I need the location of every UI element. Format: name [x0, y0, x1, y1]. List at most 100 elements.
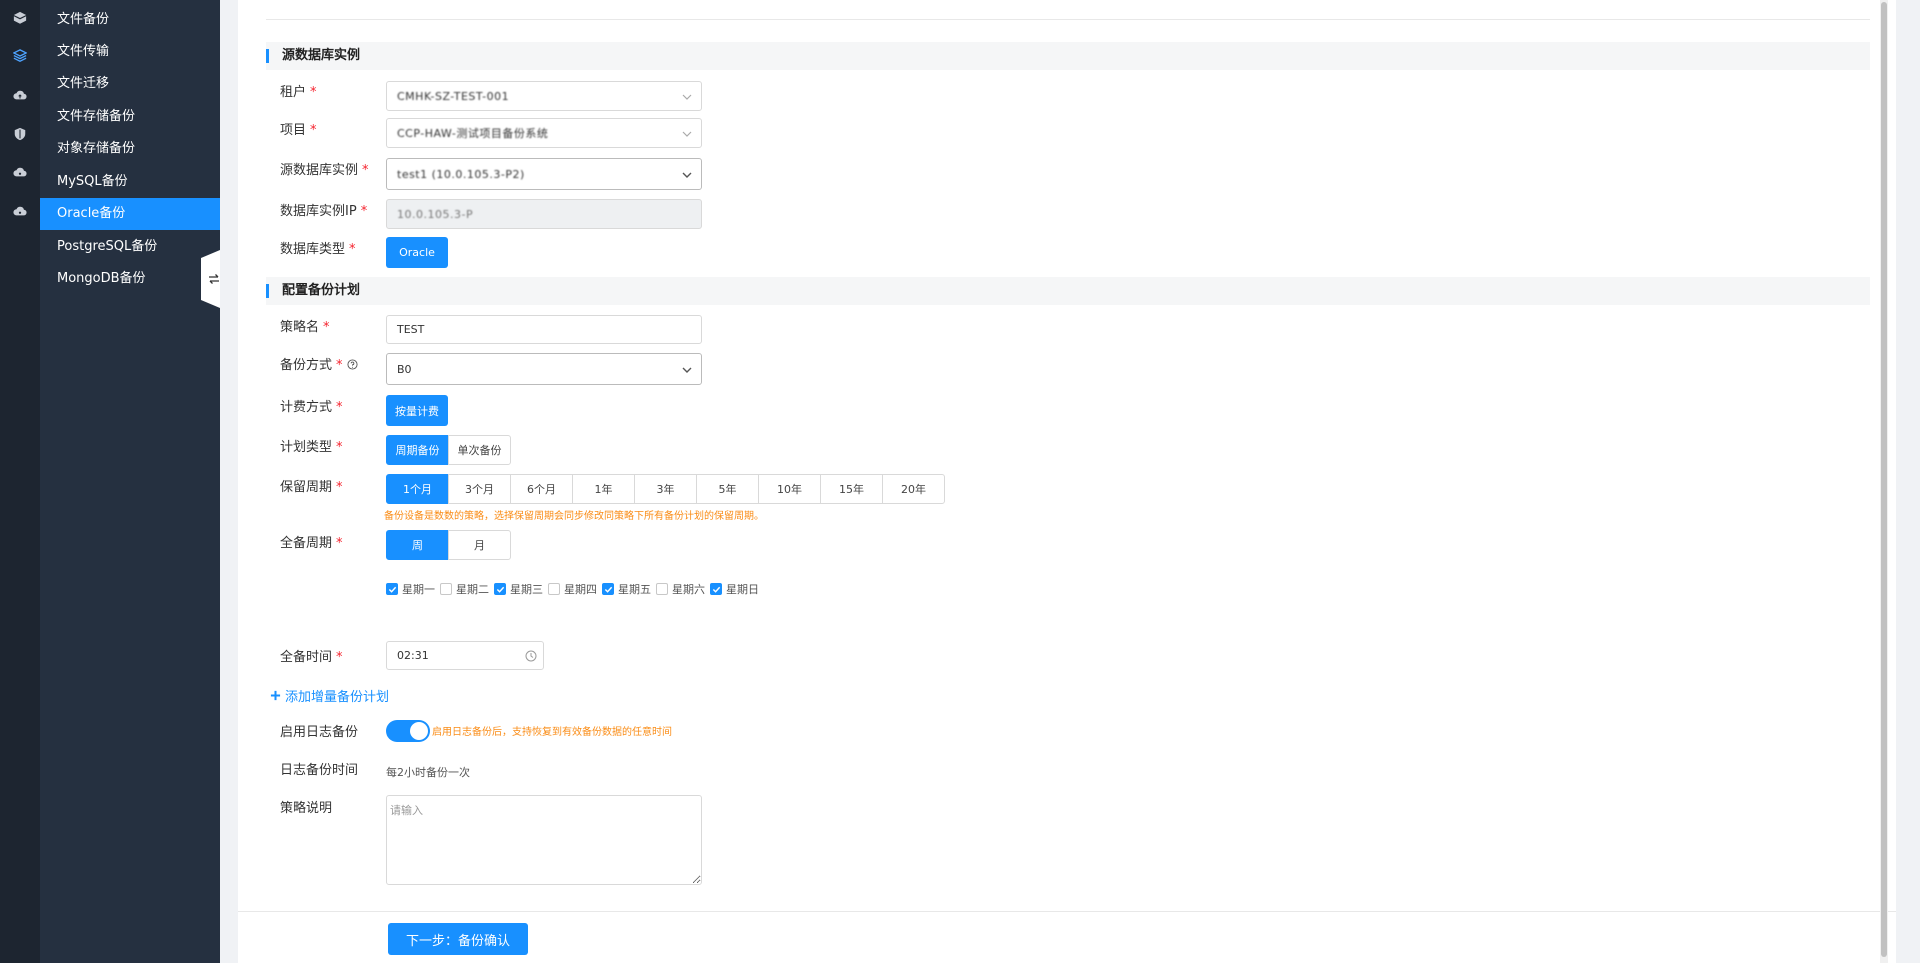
full-time-picker[interactable]: 02:31 [386, 641, 544, 670]
checkbox-empty-icon [548, 583, 560, 595]
retention-segmented: 1个月 3个月 6个月 1年 3年 5年 10年 15年 20年 [386, 474, 945, 504]
ip-label: 数据库实例IP * [280, 204, 368, 219]
retention-option[interactable]: 1个月 [386, 474, 449, 504]
weekday-checkboxes: 星期一 星期二 星期三 星期四 星期五 星期六 星期日 [386, 581, 764, 597]
retention-hint: 备份设备是数数的策略，选择保留周期会同步修改同策略下所有备份计划的保留周期。 [384, 511, 764, 522]
full-time-label: 全备时间 * [280, 650, 343, 665]
footer-divider [238, 911, 1896, 912]
sub-sidebar: 文件备份 文件传输 文件迁移 文件存储备份 对象存储备份 MySQL备份 Ora… [40, 0, 220, 963]
section-backup-plan: 配置备份计划 [266, 277, 1870, 305]
section-source-instance: 源数据库实例 [266, 42, 1870, 70]
plus-icon [270, 690, 281, 701]
section-title: 源数据库实例 [282, 48, 361, 63]
subnav-item-file-backup[interactable]: 文件备份 [40, 4, 220, 36]
weekday-checkbox[interactable]: 星期三 [494, 581, 543, 597]
subnav-item-postgresql[interactable]: PostgreSQL备份 [40, 231, 220, 263]
project-label: 项目 * [280, 123, 317, 138]
weekday-label: 星期五 [618, 583, 651, 596]
weekday-checkbox[interactable]: 星期五 [602, 581, 651, 597]
icon-rail [0, 0, 40, 963]
checkbox-empty-icon [656, 583, 668, 595]
retention-option[interactable]: 10年 [758, 474, 821, 504]
policy-name-label: 策略名 * [280, 320, 330, 335]
tenant-label: 租户 * [280, 85, 317, 100]
log-time-label: 日志备份时间 [280, 763, 359, 778]
subnav-item-file-storage[interactable]: 文件存储备份 [40, 101, 220, 133]
weekday-label: 星期四 [564, 583, 597, 596]
toggle-knob [410, 722, 428, 740]
main-content: 源数据库实例 租户 * CMHK-SZ-TEST-001 项目 * CCP-HAW-… [238, 0, 1896, 963]
subnav-item-mysql[interactable]: MySQL备份 [40, 166, 220, 198]
chevron-down-icon [682, 172, 692, 178]
box-icon[interactable] [12, 10, 28, 26]
subnav-item-mongodb[interactable]: MongoDB备份 [40, 263, 220, 295]
retention-option[interactable]: 20年 [882, 474, 945, 504]
full-cycle-week[interactable]: 周 [386, 530, 449, 560]
swap-icon [208, 274, 219, 284]
scrollbar-thumb[interactable] [1881, 2, 1887, 957]
next-step-button[interactable]: 下一步：备份确认 [388, 923, 528, 955]
backup-method-label: 备份方式 * [280, 356, 358, 376]
checkbox-checked-icon [386, 583, 398, 595]
backup-method-select[interactable]: B0 [386, 353, 702, 385]
scrollbar[interactable] [1880, 0, 1888, 963]
divider [266, 19, 1870, 20]
retention-option[interactable]: 6个月 [510, 474, 573, 504]
collapse-toggle[interactable] [201, 250, 220, 308]
checkbox-checked-icon [602, 583, 614, 595]
chevron-down-icon [682, 367, 692, 373]
retention-option[interactable]: 15年 [820, 474, 883, 504]
weekday-checkbox[interactable]: 星期二 [440, 581, 489, 597]
cloud-icon[interactable] [12, 203, 28, 219]
retention-label: 保留周期 * [280, 480, 343, 495]
project-select[interactable]: CCP-HAW-测试项目备份系统 [386, 118, 702, 148]
help-icon[interactable] [346, 359, 358, 370]
plan-type-label: 计划类型 * [280, 440, 343, 455]
tenant-select[interactable]: CMHK-SZ-TEST-001 [386, 81, 702, 111]
weekday-checkbox[interactable]: 星期日 [710, 581, 759, 597]
full-cycle-month[interactable]: 月 [448, 530, 511, 560]
weekday-label: 星期三 [510, 583, 543, 596]
plan-type-once[interactable]: 单次备份 [448, 435, 511, 465]
log-backup-toggle[interactable] [386, 720, 430, 742]
chevron-down-icon [682, 131, 692, 137]
weekday-label: 星期二 [456, 583, 489, 596]
description-label: 策略说明 [280, 801, 333, 816]
weekday-checkbox[interactable]: 星期一 [386, 581, 435, 597]
shield-icon[interactable] [12, 126, 28, 142]
section-marker [266, 49, 269, 63]
full-cycle-label: 全备周期 * [280, 536, 343, 551]
retention-option[interactable]: 5年 [696, 474, 759, 504]
cloud-upload-icon[interactable] [12, 87, 28, 103]
checkbox-empty-icon [440, 583, 452, 595]
weekday-label: 星期六 [672, 583, 705, 596]
retention-option[interactable]: 3年 [634, 474, 697, 504]
description-textarea[interactable] [386, 795, 702, 885]
subnav-item-file-migration[interactable]: 文件迁移 [40, 68, 220, 100]
subnav-item-file-transfer[interactable]: 文件传输 [40, 36, 220, 68]
retention-option[interactable]: 1年 [572, 474, 635, 504]
instance-select[interactable]: test1 (10.0.105.3-P2) [386, 158, 702, 190]
billing-label: 计费方式 * [280, 400, 343, 415]
policy-name-input[interactable]: TEST [386, 315, 702, 344]
weekday-checkbox[interactable]: 星期四 [548, 581, 597, 597]
chevron-down-icon [682, 94, 692, 100]
weekday-label: 星期一 [402, 583, 435, 596]
weekday-label: 星期日 [726, 583, 759, 596]
log-backup-hint: 启用日志备份后，支持恢复到有效备份数据的任意时间 [432, 727, 672, 738]
checkbox-checked-icon [494, 583, 506, 595]
section-title: 配置备份计划 [282, 283, 361, 298]
plan-type-segmented: 周期备份 单次备份 [386, 435, 511, 465]
plan-type-periodic[interactable]: 周期备份 [386, 435, 449, 465]
retention-option[interactable]: 3个月 [448, 474, 511, 504]
section-marker [266, 284, 269, 298]
subnav-item-object-storage[interactable]: 对象存储备份 [40, 133, 220, 165]
weekday-checkbox[interactable]: 星期六 [656, 581, 705, 597]
log-backup-label: 启用日志备份 [280, 725, 359, 740]
cloud-icon[interactable] [12, 164, 28, 180]
add-incremental-plan-link[interactable]: 添加增量备份计划 [270, 686, 389, 705]
database-icon[interactable] [12, 48, 28, 64]
db-type-oracle-button[interactable]: Oracle [386, 237, 448, 268]
billing-button[interactable]: 按量计费 [386, 395, 448, 426]
subnav-item-oracle[interactable]: Oracle备份 [40, 198, 220, 230]
